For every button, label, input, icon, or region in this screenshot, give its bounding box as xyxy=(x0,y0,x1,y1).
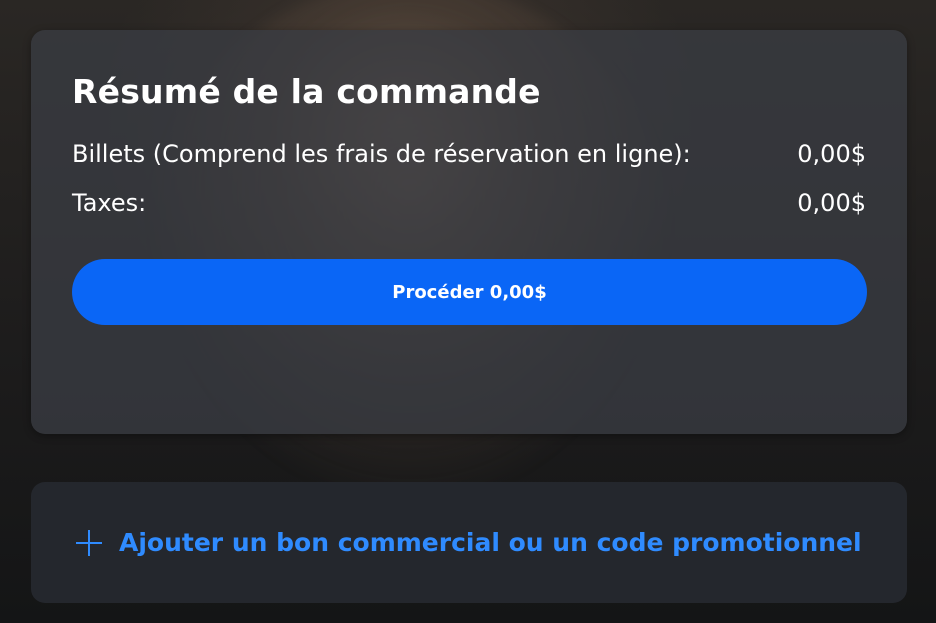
tickets-value: 0,00$ xyxy=(797,140,866,168)
tickets-row: Billets (Comprend les frais de réservati… xyxy=(72,134,866,175)
promo-code-card: Ajouter un bon commercial ou un code pro… xyxy=(31,482,907,603)
add-promo-code-link[interactable]: Ajouter un bon commercial ou un code pro… xyxy=(75,528,862,557)
order-summary-card: Résumé de la commande Billets (Comprend … xyxy=(31,30,907,434)
taxes-value: 0,00$ xyxy=(797,189,866,217)
add-promo-code-label: Ajouter un bon commercial ou un code pro… xyxy=(119,528,862,557)
tickets-label: Billets (Comprend les frais de réservati… xyxy=(72,140,691,168)
taxes-row: Taxes: 0,00$ xyxy=(72,183,866,224)
order-summary-title: Résumé de la commande xyxy=(72,72,541,111)
plus-icon xyxy=(76,529,102,556)
taxes-label: Taxes: xyxy=(72,189,147,217)
proceed-button[interactable]: Procéder 0,00$ xyxy=(72,259,867,325)
